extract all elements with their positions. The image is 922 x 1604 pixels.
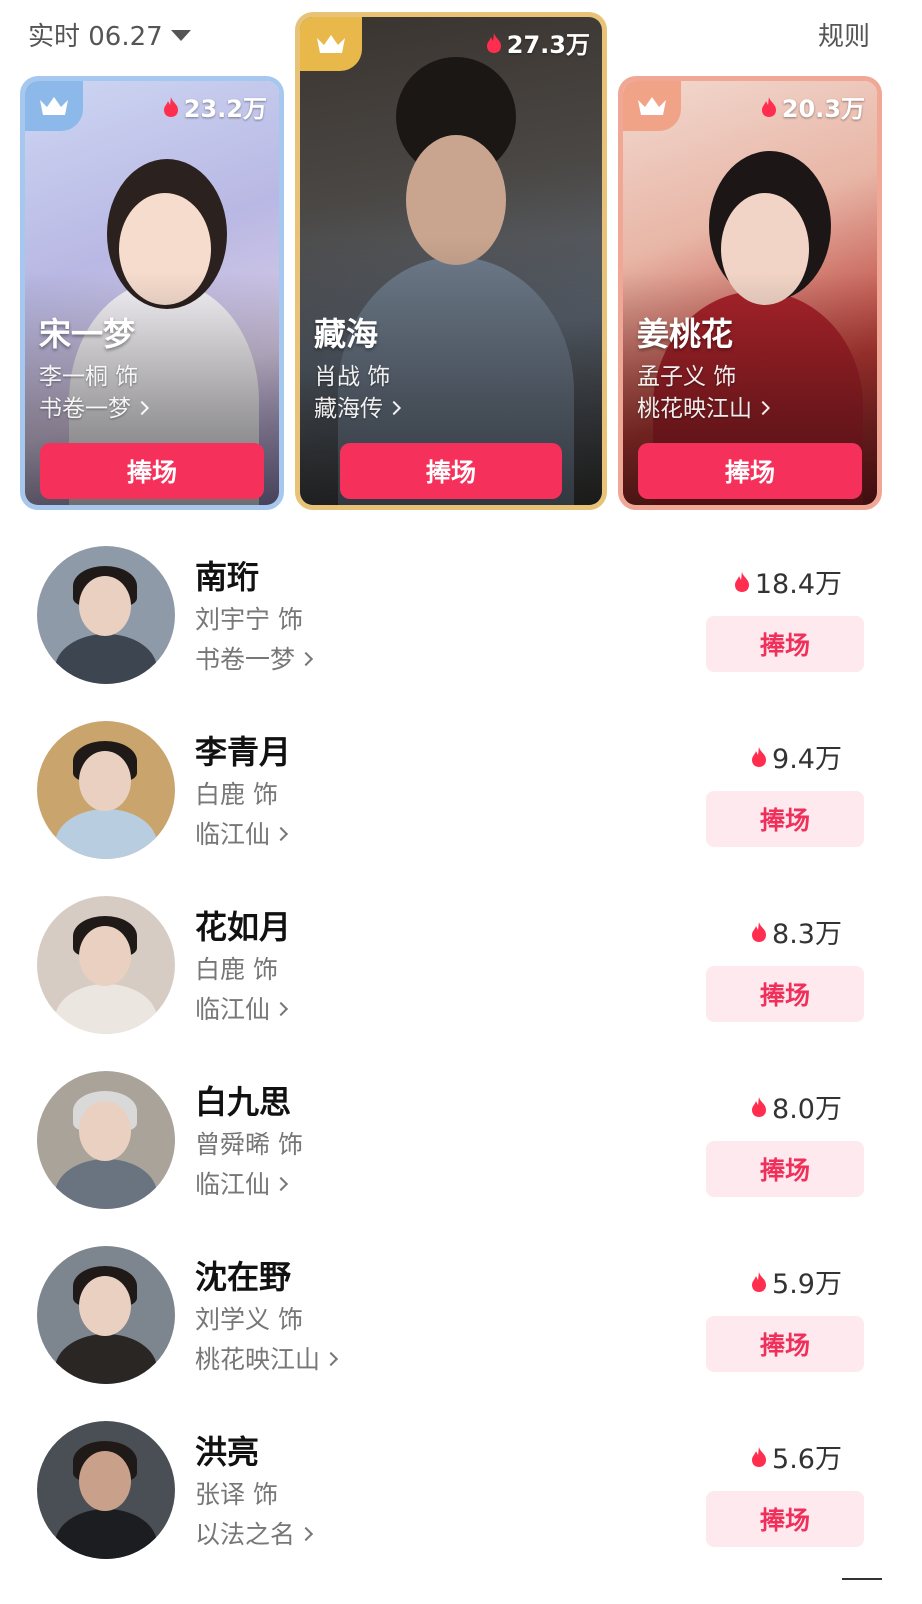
list-item[interactable]: 李青月 白鹿 饰 临江仙 9.4万 捧场: [0, 721, 922, 896]
avatar[interactable]: [37, 1246, 175, 1384]
rank-badge: [300, 17, 362, 71]
drama-link[interactable]: 藏海传: [314, 389, 402, 423]
drama-link[interactable]: 临江仙: [195, 815, 289, 851]
list-item[interactable]: 南珩 刘宇宁 饰 书卷一梦 18.4万 捧场: [0, 546, 922, 721]
support-button[interactable]: 捧场: [706, 791, 864, 847]
flame-icon: [752, 1446, 767, 1467]
heat-value: 5.9万: [750, 1262, 842, 1301]
actor-name: 刘宇宁 饰: [195, 605, 303, 634]
support-button[interactable]: 捧场: [706, 616, 864, 672]
actor-name: 肖战 饰: [314, 364, 391, 390]
avatar[interactable]: [37, 546, 175, 684]
chevron-right-icon: [273, 826, 289, 842]
chevron-right-icon: [273, 1176, 289, 1192]
list-item[interactable]: 花如月 白鹿 饰 临江仙 8.3万 捧场: [0, 896, 922, 1071]
actor-name: 白鹿 饰: [195, 780, 278, 809]
flame-icon: [752, 1271, 767, 1292]
crown-icon: [638, 97, 666, 115]
chevron-right-icon: [298, 651, 314, 667]
actor-name: 孟子义 饰: [637, 364, 737, 390]
crown-icon: [317, 35, 345, 53]
rank-badge: [623, 81, 681, 131]
drama-link[interactable]: 书卷一梦: [39, 389, 150, 423]
list-item[interactable]: 白九思 曾舜晞 饰 临江仙 8.0万 捧场: [0, 1071, 922, 1246]
support-button[interactable]: 捧场: [706, 966, 864, 1022]
character-name: 白九思: [195, 1083, 292, 1121]
time-period-selector[interactable]: 实时 06.27: [28, 16, 191, 53]
character-name: 李青月: [195, 733, 292, 771]
flame-icon: [734, 571, 749, 592]
time-period-label: 实时 06.27: [28, 22, 163, 52]
support-button[interactable]: 捧场: [340, 443, 562, 499]
flame-icon: [761, 96, 776, 117]
actor-name: 曾舜晞 饰: [195, 1130, 303, 1159]
drama-link[interactable]: 桃花映江山: [195, 1340, 339, 1376]
support-button[interactable]: 捧场: [40, 443, 264, 499]
home-indicator: [842, 1578, 882, 1580]
rank-badge: [25, 81, 83, 131]
avatar[interactable]: [37, 1421, 175, 1559]
drama-link[interactable]: 书卷一梦: [195, 640, 314, 676]
drama-link[interactable]: 以法之名: [195, 1515, 314, 1551]
chevron-right-icon: [755, 400, 771, 415]
actor-name: 刘学义 饰: [195, 1305, 303, 1334]
support-button[interactable]: 捧场: [706, 1141, 864, 1197]
heat-value: 20.3万: [760, 89, 865, 124]
crown-icon: [40, 97, 68, 115]
character-name: 南珩: [195, 558, 260, 596]
actor-name: 张译 饰: [195, 1480, 278, 1509]
heat-value: 27.3万: [485, 25, 590, 60]
support-button[interactable]: 捧场: [706, 1316, 864, 1372]
heat-value: 23.2万: [162, 89, 267, 124]
rules-link[interactable]: 规则: [818, 16, 870, 53]
actor-name: 白鹿 饰: [195, 955, 278, 984]
chevron-right-icon: [273, 1001, 289, 1017]
heat-value: 9.4万: [750, 737, 842, 776]
flame-icon: [486, 32, 501, 53]
support-button[interactable]: 捧场: [638, 443, 862, 499]
drama-link[interactable]: 临江仙: [195, 990, 289, 1026]
top-card-rank-3[interactable]: 20.3万 姜桃花 孟子义 饰 桃花映江山 捧场: [618, 76, 882, 510]
flame-icon: [752, 746, 767, 767]
heat-value: 5.6万: [750, 1437, 842, 1476]
top-card-rank-2[interactable]: 23.2万 宋一梦 李一桐 饰 书卷一梦 捧场: [20, 76, 284, 510]
flame-icon: [163, 96, 178, 117]
list-item[interactable]: 洪亮 张译 饰 以法之名 5.6万 捧场: [0, 1421, 922, 1596]
character-name: 沈在野: [195, 1258, 292, 1296]
character-name: 姜桃花: [637, 315, 734, 353]
heat-value: 8.3万: [750, 912, 842, 951]
avatar[interactable]: [37, 1071, 175, 1209]
list-item[interactable]: 沈在野 刘学义 饰 桃花映江山 5.9万 捧场: [0, 1246, 922, 1421]
support-button[interactable]: 捧场: [706, 1491, 864, 1547]
chevron-right-icon: [298, 1526, 314, 1542]
caret-down-icon: [170, 30, 191, 41]
heat-value: 8.0万: [750, 1087, 842, 1126]
heat-value: 18.4万: [733, 562, 842, 601]
top-card-rank-1[interactable]: 27.3万 藏海 肖战 饰 藏海传 捧场: [295, 12, 607, 510]
avatar[interactable]: [37, 896, 175, 1034]
chevron-right-icon: [134, 400, 150, 415]
actor-name: 李一桐 饰: [39, 364, 139, 390]
character-name: 洪亮: [195, 1433, 260, 1471]
flame-icon: [752, 921, 767, 942]
avatar[interactable]: [37, 721, 175, 859]
character-name: 藏海: [314, 315, 379, 353]
character-name: 花如月: [195, 908, 292, 946]
chevron-right-icon: [386, 400, 402, 415]
character-name: 宋一梦: [39, 315, 136, 353]
flame-icon: [752, 1096, 767, 1117]
drama-link[interactable]: 桃花映江山: [637, 389, 771, 423]
drama-link[interactable]: 临江仙: [195, 1165, 289, 1201]
chevron-right-icon: [323, 1351, 339, 1367]
